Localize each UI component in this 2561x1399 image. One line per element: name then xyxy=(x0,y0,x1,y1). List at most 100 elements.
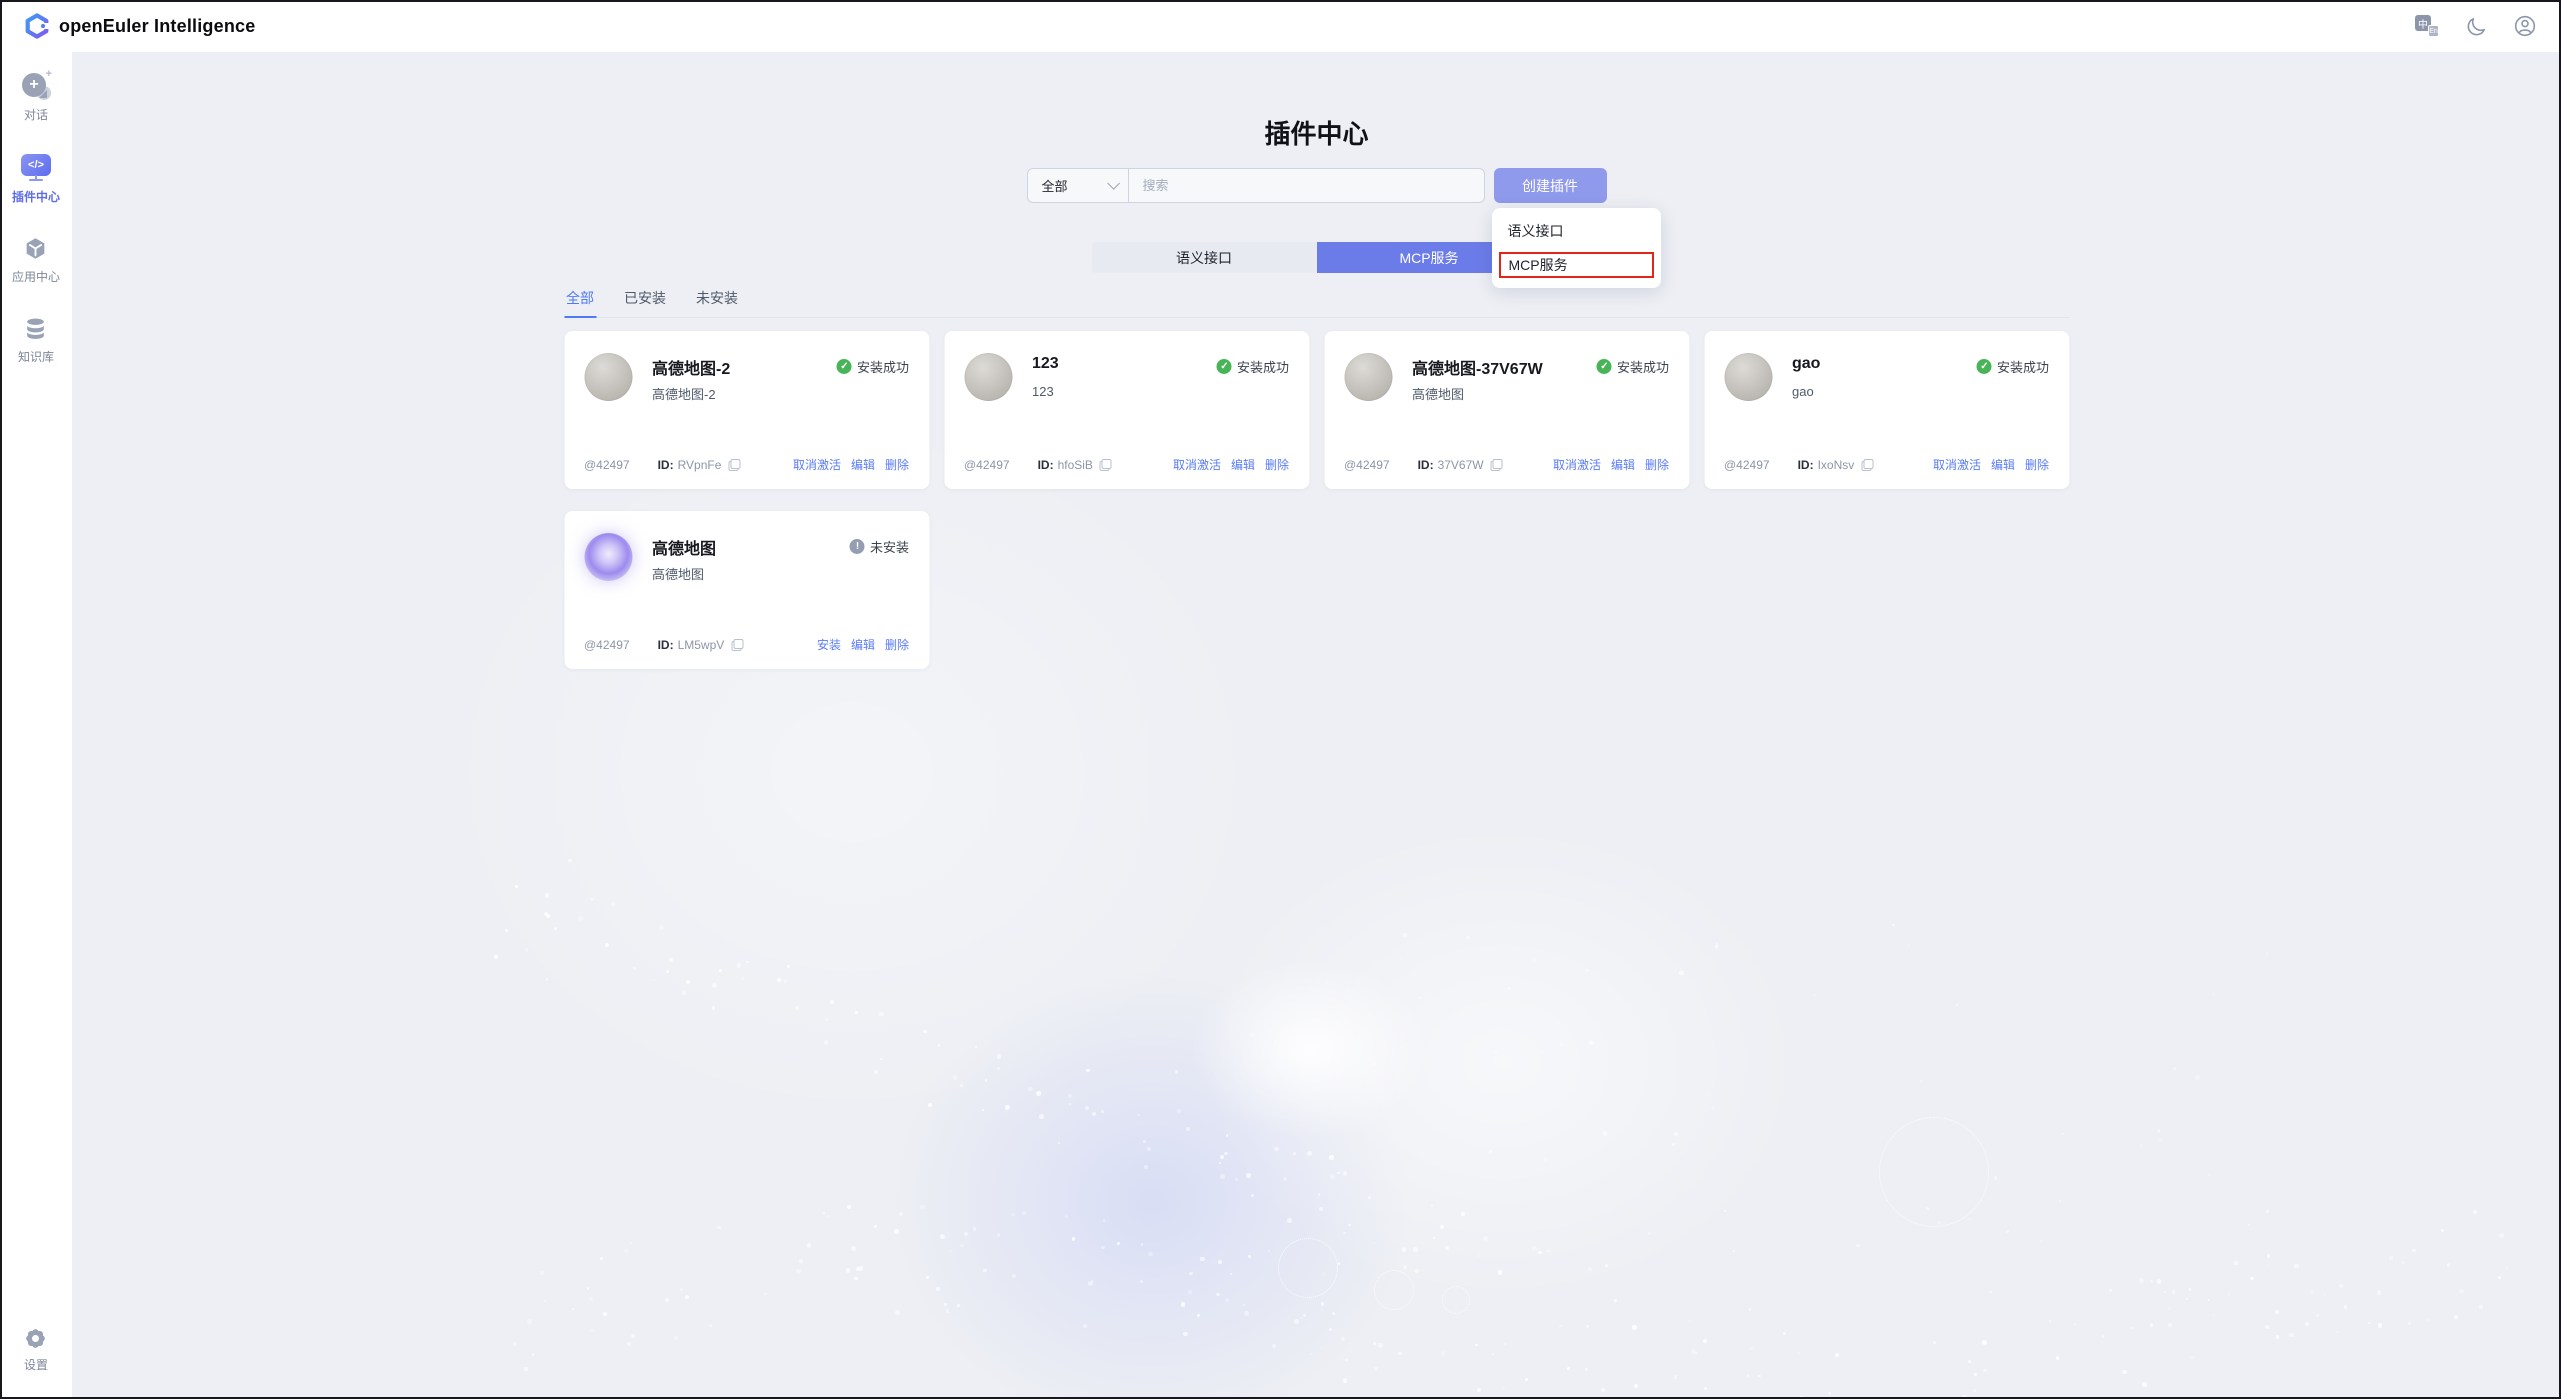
bg-dot xyxy=(1373,1342,1376,1345)
menu-item-mcp-service[interactable]: MCP服务 xyxy=(1499,252,1654,278)
bg-dot xyxy=(1466,936,1469,939)
edit-link[interactable]: 编辑 xyxy=(1231,456,1255,473)
deactivate-link[interactable]: 取消激活 xyxy=(1933,456,1981,473)
copy-id-icon[interactable] xyxy=(1100,459,1112,471)
bg-dot xyxy=(1012,1274,1016,1278)
bg-dot xyxy=(874,1070,878,1074)
bg-dot xyxy=(1177,1109,1181,1113)
bg-dot xyxy=(2173,1067,2176,1070)
bg-dot xyxy=(964,1232,968,1236)
language-switch-icon[interactable]: 中 En xyxy=(2415,14,2439,38)
copy-id-icon[interactable] xyxy=(1861,459,1873,471)
bg-dot xyxy=(1283,1177,1287,1181)
sidebar-item-knowledge-base[interactable]: 知识库 xyxy=(18,316,54,365)
bg-dot xyxy=(783,979,787,983)
bg-dot xyxy=(1141,1243,1143,1245)
bg-dot xyxy=(1197,1314,1200,1317)
bg-dot xyxy=(2150,1323,2153,1326)
bg-dot xyxy=(665,1298,669,1302)
delete-link[interactable]: 删除 xyxy=(1265,456,1289,473)
install-link[interactable]: 安装 xyxy=(817,636,841,653)
sidebar-item-chat[interactable]: + + 对话 xyxy=(22,72,50,123)
plugin-screen-glyph: </> xyxy=(21,154,51,176)
bg-dot xyxy=(1220,1174,1224,1178)
plugin-status: 安装成功 xyxy=(1217,357,1289,376)
bg-dot xyxy=(2305,1322,2309,1326)
bg-dot xyxy=(1603,1131,1607,1135)
delete-link[interactable]: 删除 xyxy=(1645,456,1669,473)
bg-dot xyxy=(1402,1247,1407,1252)
menu-item-semantic-interface[interactable]: 语义接口 xyxy=(1492,214,1661,248)
plugin-id-group: ID: RVpnFe xyxy=(658,458,741,472)
segment-semantic-interface[interactable]: 语义接口 xyxy=(1092,242,1317,273)
bg-dot xyxy=(524,1367,528,1371)
bg-dot xyxy=(600,1257,603,1260)
bg-dot xyxy=(940,1234,945,1239)
bg-dot xyxy=(1585,1368,1588,1371)
bg-dot xyxy=(1321,1347,1323,1349)
bg-dot xyxy=(1072,1237,1075,1240)
user-account-icon[interactable] xyxy=(2513,14,2537,38)
bg-dot xyxy=(1318,1193,1321,1196)
sidebar-item-plugin-center[interactable]: </> 插件中心 xyxy=(12,154,60,205)
plugin-id-value: hfoSiB xyxy=(1058,458,1093,472)
chat-bubble: + xyxy=(22,73,46,97)
bg-dot xyxy=(505,929,508,932)
deactivate-link[interactable]: 取消激活 xyxy=(1173,456,1221,473)
category-select[interactable]: 全部 xyxy=(1028,169,1129,202)
delete-link[interactable]: 删除 xyxy=(885,636,909,653)
bg-dot xyxy=(2316,1314,2319,1317)
bg-dot xyxy=(1268,1250,1270,1252)
tab-all[interactable]: 全部 xyxy=(564,288,596,308)
copy-id-icon[interactable] xyxy=(728,459,740,471)
bg-dot xyxy=(627,1342,631,1346)
status-icon xyxy=(850,539,865,554)
bg-dot xyxy=(1287,1218,1291,1222)
bg-dot xyxy=(2401,1261,2404,1264)
bg-dot xyxy=(880,1058,882,1060)
bg-dot xyxy=(1221,1156,1223,1158)
bg-dot xyxy=(546,914,551,919)
copy-id-icon[interactable] xyxy=(731,639,743,651)
sidebar-item-settings[interactable]: 设置 xyxy=(24,1327,48,1373)
edit-link[interactable]: 编辑 xyxy=(851,456,875,473)
bg-dot xyxy=(1175,1070,1178,1073)
deactivate-link[interactable]: 取消激活 xyxy=(1553,456,1601,473)
bg-dot xyxy=(2250,1277,2253,1280)
deactivate-link[interactable]: 取消激活 xyxy=(793,456,841,473)
bg-dot xyxy=(1908,944,1910,946)
plugin-center-icon: </> xyxy=(21,154,51,181)
bg-dot xyxy=(2059,1200,2061,1202)
sidebar-item-app-center[interactable]: 应用中心 xyxy=(12,236,60,285)
bg-dot xyxy=(603,1312,607,1316)
bg-dot xyxy=(1403,933,1407,937)
delete-link[interactable]: 删除 xyxy=(885,456,909,473)
bg-dot xyxy=(1086,1069,1089,1072)
tab-installed[interactable]: 已安装 xyxy=(622,288,668,308)
bg-dot xyxy=(1507,987,1511,991)
bg-dot xyxy=(1103,1219,1105,1221)
bg-dot xyxy=(2499,1233,2504,1238)
bg-dot xyxy=(1330,1174,1335,1179)
bg-dot xyxy=(631,1334,635,1338)
copy-id-icon[interactable] xyxy=(1491,459,1503,471)
create-plugin-button[interactable]: 创建插件 xyxy=(1494,168,1607,203)
bg-dot xyxy=(1274,1147,1279,1152)
edit-link[interactable]: 编辑 xyxy=(851,636,875,653)
bg-dot xyxy=(1674,1375,1678,1379)
bg-dot xyxy=(1117,1242,1120,1245)
edit-link[interactable]: 编辑 xyxy=(1991,456,2015,473)
language-glyph: 中 En xyxy=(2415,15,2439,37)
edit-link[interactable]: 编辑 xyxy=(1611,456,1635,473)
bg-dot xyxy=(1343,1232,1345,1234)
bg-dot xyxy=(568,859,572,863)
tab-not-installed[interactable]: 未安装 xyxy=(694,288,740,308)
bg-dot xyxy=(682,990,687,995)
bg-dot xyxy=(2344,1305,2347,1308)
bg-dot xyxy=(874,1225,878,1229)
plugin-id-group: ID: LM5wpV xyxy=(658,638,744,652)
dark-mode-moon-icon[interactable] xyxy=(2464,14,2488,38)
delete-link[interactable]: 删除 xyxy=(2025,456,2049,473)
openeuler-logo-icon xyxy=(24,13,50,39)
search-input[interactable] xyxy=(1129,169,1484,202)
